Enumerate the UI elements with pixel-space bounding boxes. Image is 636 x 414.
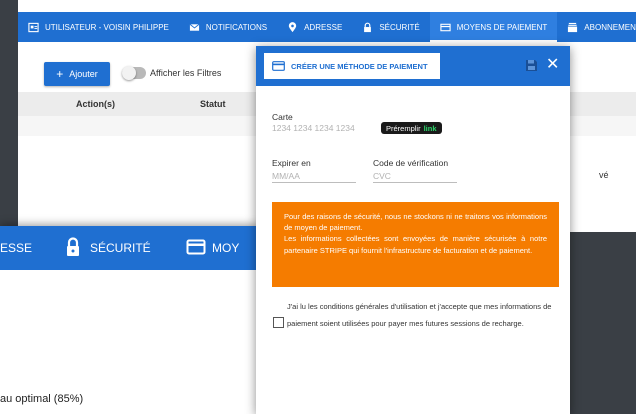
user-card-icon [28, 22, 39, 33]
terms-consent-text: J'ai lu les conditions générales d'utili… [287, 302, 552, 328]
tab-bar: UTILISATEUR - VOISIN PHILIPPE NOTIFICATI… [18, 12, 636, 42]
expiry-label: Expirer en [272, 158, 311, 168]
notice-line-2: Les informations collectées sont envoyée… [284, 234, 547, 255]
modal-header: CRÉER UNE MÉTHODE DE PAIEMENT ✕ [256, 46, 570, 86]
cvc-input[interactable] [373, 170, 457, 183]
expiry-input[interactable] [272, 170, 356, 183]
modal-title: CRÉER UNE MÉTHODE DE PAIEMENT [264, 53, 440, 79]
tab-adresse[interactable]: ADRESSE [277, 12, 352, 42]
foreground-page: ESSE SÉCURITÉ MOY au optimal (85%) [0, 226, 260, 414]
add-button-label: Ajouter [69, 69, 98, 79]
credit-card-icon [272, 61, 285, 71]
credit-card-icon [440, 22, 451, 33]
card-label: Carte [272, 112, 293, 122]
card-number-input[interactable] [272, 122, 376, 134]
add-button[interactable]: + Ajouter [44, 62, 110, 86]
status-text: au optimal (85%) [0, 393, 84, 405]
create-payment-method-modal: CRÉER UNE MÉTHODE DE PAIEMENT ✕ Carte Pr… [256, 46, 570, 414]
close-icon[interactable]: ✕ [546, 57, 559, 73]
tab-notifications[interactable]: NOTIFICATIONS [179, 12, 277, 42]
credit-card-icon [186, 238, 206, 256]
plus-icon: + [56, 67, 64, 81]
notice-line-1: Pour des raisons de sécurité, nous ne st… [284, 212, 547, 233]
tab-label: ABONNEMEN [584, 22, 636, 32]
column-header-actions: Action(s) [76, 99, 115, 109]
table-cell-partial: vé [599, 170, 609, 180]
prefill-link-button[interactable]: Préremplir link [381, 122, 442, 134]
filters-toggle[interactable] [122, 66, 146, 80]
terms-checkbox[interactable] [273, 317, 284, 328]
tab-moyens-de-paiement[interactable]: MOYENS DE PAIEMENT [429, 12, 558, 42]
column-header-statut: Statut [200, 99, 226, 109]
prefill-label: Préremplir [386, 123, 421, 133]
lock-icon [362, 22, 373, 33]
tab-securite[interactable]: SÉCURITÉ [352, 12, 429, 42]
tab-securite-label[interactable]: SÉCURITÉ [90, 241, 151, 255]
lock-icon [64, 236, 82, 258]
tab-abonnements[interactable]: ABONNEMEN [557, 12, 636, 42]
tab-utilisateur[interactable]: UTILISATEUR - VOISIN PHILIPPE [18, 12, 179, 42]
tab-label: NOTIFICATIONS [205, 22, 268, 32]
tab-label: SÉCURITÉ [379, 22, 420, 32]
security-notice: Pour des raisons de sécurité, nous ne st… [272, 202, 559, 287]
filters-label: Afficher les Filtres [150, 68, 222, 78]
subscription-icon [567, 22, 578, 33]
tab-label: UTILISATEUR - VOISIN PHILIPPE [45, 22, 169, 32]
cvc-label: Code de vérification [373, 158, 449, 168]
modal-title-text: CRÉER UNE MÉTHODE DE PAIEMENT [291, 61, 428, 71]
tab-label: MOYENS DE PAIEMENT [456, 22, 548, 32]
location-pin-icon [287, 21, 298, 33]
tab-adresse-label[interactable]: ESSE [0, 241, 32, 255]
toggle-knob [122, 66, 136, 80]
foreground-tab-bar: ESSE SÉCURITÉ MOY [0, 226, 260, 270]
mail-icon [189, 22, 200, 33]
save-icon[interactable] [525, 59, 538, 72]
tab-moyens-label[interactable]: MOY [212, 241, 239, 255]
link-logo: link [423, 123, 437, 133]
tab-label: ADRESSE [304, 22, 343, 32]
